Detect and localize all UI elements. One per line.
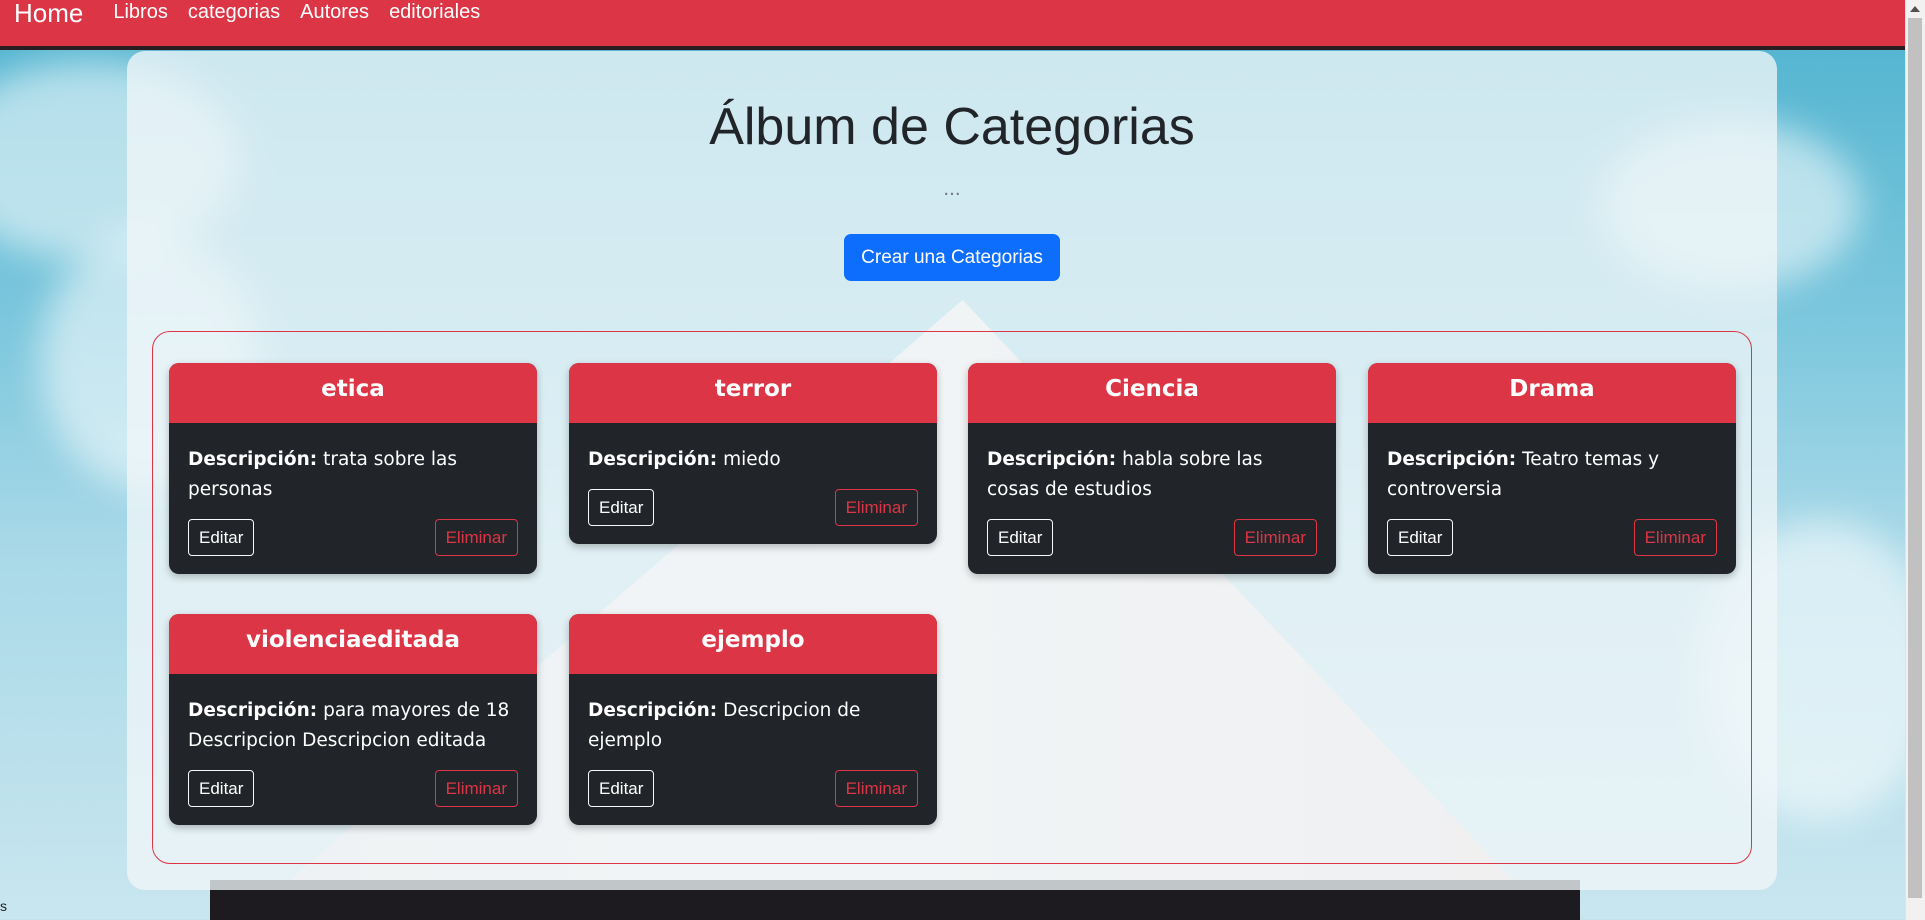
page-scrollbar[interactable] [1905, 0, 1925, 920]
scroll-thumb[interactable] [1908, 18, 1922, 898]
category-card-description: Descripción: miedo [588, 449, 781, 470]
category-card: Drama Descripción: Teatro temas y contro… [1368, 363, 1736, 574]
category-card-description: Descripción: trata sobre las personas [188, 449, 458, 500]
category-card-title: Ciencia [968, 363, 1336, 423]
category-card-description: Descripción: Teatro temas y controversia [1387, 449, 1660, 500]
category-card-description: Descripción: habla sobre las cosas de es… [987, 449, 1263, 500]
delete-button[interactable]: Eliminar [1633, 519, 1717, 556]
category-card-title: violenciaeditada [169, 614, 537, 674]
nav-link-autores[interactable]: Autores [300, 0, 369, 24]
delete-button[interactable]: Eliminar [1233, 519, 1317, 556]
edit-button[interactable]: Editar [588, 770, 655, 807]
album-container: Álbum de Categorias ... Crear una Catego… [127, 51, 1777, 890]
edit-button[interactable]: Editar [1387, 519, 1454, 556]
page-subtitle: ... [943, 179, 961, 200]
nav-link-libros[interactable]: Libros [113, 0, 167, 24]
category-card: terror Descripción: miedo Editar Elimina… [569, 363, 937, 544]
status-text: s [0, 898, 7, 914]
category-card-title: etica [169, 363, 537, 423]
delete-button[interactable]: Eliminar [834, 489, 918, 526]
category-card: ejemplo Descripción: Descripcion de ejem… [569, 614, 937, 825]
navbar: Home Libros categorias Autores editorial… [0, 0, 1905, 50]
category-card-title: terror [569, 363, 937, 423]
nav-link-editoriales[interactable]: editoriales [389, 0, 480, 24]
category-card-description: Descripción: Descripcion de ejemplo [588, 700, 861, 751]
create-category-button[interactable]: Crear una Categorias [844, 234, 1060, 281]
edit-button[interactable]: Editar [588, 489, 655, 526]
category-card: violenciaeditada Descripción: para mayor… [169, 614, 537, 825]
edit-button[interactable]: Editar [188, 770, 255, 807]
delete-button[interactable]: Eliminar [834, 770, 918, 807]
scroll-up-arrow-icon[interactable] [1905, 0, 1925, 18]
delete-button[interactable]: Eliminar [434, 770, 518, 807]
delete-button[interactable]: Eliminar [434, 519, 518, 556]
page-title: Álbum de Categorias [709, 98, 1195, 156]
category-card: etica Descripción: trata sobre las perso… [169, 363, 537, 574]
category-card: Ciencia Descripción: habla sobre las cos… [968, 363, 1336, 574]
nav-link-categorias[interactable]: categorias [188, 0, 280, 24]
category-card-title: Drama [1368, 363, 1736, 423]
category-card-title: ejemplo [569, 614, 937, 674]
nav-brand-home[interactable]: Home [14, 0, 83, 26]
category-card-description: Descripción: para mayores de 18 Descripc… [188, 700, 510, 751]
edit-button[interactable]: Editar [188, 519, 255, 556]
edit-button[interactable]: Editar [987, 519, 1054, 556]
